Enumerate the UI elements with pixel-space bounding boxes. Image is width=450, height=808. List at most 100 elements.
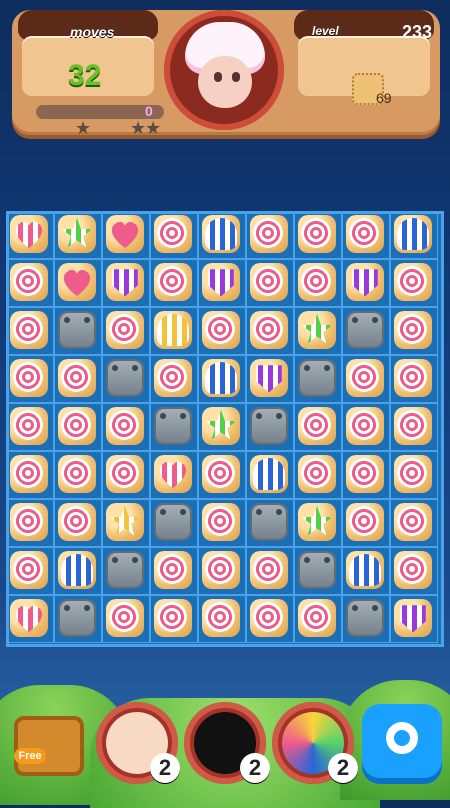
booster-rainbow-count: 2 [328,753,358,783]
stone-block [154,407,192,445]
board-cell[interactable] [246,499,294,547]
target-count: 69 [376,90,392,106]
board-cell[interactable] [150,595,198,643]
board-cell[interactable] [294,403,342,451]
swirl-candy [109,602,139,632]
board-cell[interactable] [6,355,54,403]
board-cell[interactable] [390,355,438,403]
board-cell[interactable] [150,451,198,499]
free-rewards-tv[interactable] [14,716,84,776]
board-cell[interactable] [102,499,150,547]
swirl-candy [13,266,43,296]
board-cell[interactable] [246,547,294,595]
board-cell[interactable] [6,547,54,595]
board-cell[interactable] [198,211,246,259]
board-cell[interactable] [102,451,150,499]
board-cell[interactable] [390,451,438,499]
board-cell[interactable] [150,403,198,451]
board-cell[interactable] [150,259,198,307]
board-cell[interactable] [342,451,390,499]
board-cell[interactable] [54,499,102,547]
swirl-candy [109,314,139,344]
board-cell[interactable] [390,211,438,259]
board-cell[interactable] [342,403,390,451]
board-cell[interactable] [342,259,390,307]
board-cell[interactable] [54,595,102,643]
board-cell[interactable] [102,259,150,307]
board-cell[interactable] [102,355,150,403]
board-cell[interactable] [6,211,54,259]
swirl-candy [157,218,187,248]
board-cell[interactable] [342,499,390,547]
swirl-candy [157,266,187,296]
board-cell[interactable] [198,595,246,643]
board-cell[interactable] [6,259,54,307]
board-cell[interactable] [390,403,438,451]
board-cell[interactable] [6,403,54,451]
swirl-candy [157,362,187,392]
board-cell[interactable] [294,211,342,259]
swirl-candy [13,314,43,344]
board-cell[interactable] [198,307,246,355]
board-cell[interactable] [342,547,390,595]
board-cell[interactable] [54,547,102,595]
swirl-candy [253,554,283,584]
board-cell[interactable] [6,499,54,547]
board-cell[interactable] [6,595,54,643]
board-cell[interactable] [390,547,438,595]
board-cell[interactable] [294,355,342,403]
board-cell[interactable] [198,499,246,547]
board-cell[interactable] [198,355,246,403]
board-cell[interactable] [54,211,102,259]
board-cell[interactable] [198,259,246,307]
board-cell[interactable] [102,307,150,355]
board-cell[interactable] [150,211,198,259]
settings-button[interactable] [362,704,442,784]
swirl-candy [397,458,427,488]
board-cell[interactable] [294,499,342,547]
board-cell[interactable] [198,547,246,595]
board-cell[interactable] [246,403,294,451]
board-cell[interactable] [246,307,294,355]
swirl-candy [13,554,43,584]
board-cell[interactable] [198,451,246,499]
board-cell[interactable] [294,451,342,499]
board-cell[interactable] [390,307,438,355]
board-cell[interactable] [246,355,294,403]
board-cell[interactable] [246,259,294,307]
board-cell[interactable] [246,211,294,259]
board-cell[interactable] [150,547,198,595]
board-cell[interactable] [54,403,102,451]
board-cell[interactable] [102,595,150,643]
board-cell[interactable] [102,211,150,259]
swirl-candy [301,218,331,248]
board-cell[interactable] [342,595,390,643]
board-cell[interactable] [246,451,294,499]
board-cell[interactable] [6,451,54,499]
board-cell[interactable] [54,451,102,499]
board-cell[interactable] [6,307,54,355]
board-cell[interactable] [390,595,438,643]
board-cell[interactable] [102,403,150,451]
board-cell[interactable] [294,307,342,355]
board-cell[interactable] [294,595,342,643]
board-cell[interactable] [54,259,102,307]
board-cell[interactable] [342,307,390,355]
board-cell[interactable] [150,307,198,355]
board-cell[interactable] [390,259,438,307]
score-value: 0 [145,103,153,119]
board-cell[interactable] [150,355,198,403]
board-cell[interactable] [342,211,390,259]
board-cell[interactable] [246,595,294,643]
board-cell[interactable] [390,499,438,547]
board-cell[interactable] [102,547,150,595]
board-cell[interactable] [150,499,198,547]
board-cell[interactable] [342,355,390,403]
star-icon: ★ [75,118,92,138]
board-cell[interactable] [294,259,342,307]
board-cell[interactable] [54,355,102,403]
board-cell[interactable] [54,307,102,355]
board-cell[interactable] [294,547,342,595]
swirl-candy [349,410,379,440]
board-cell[interactable] [198,403,246,451]
